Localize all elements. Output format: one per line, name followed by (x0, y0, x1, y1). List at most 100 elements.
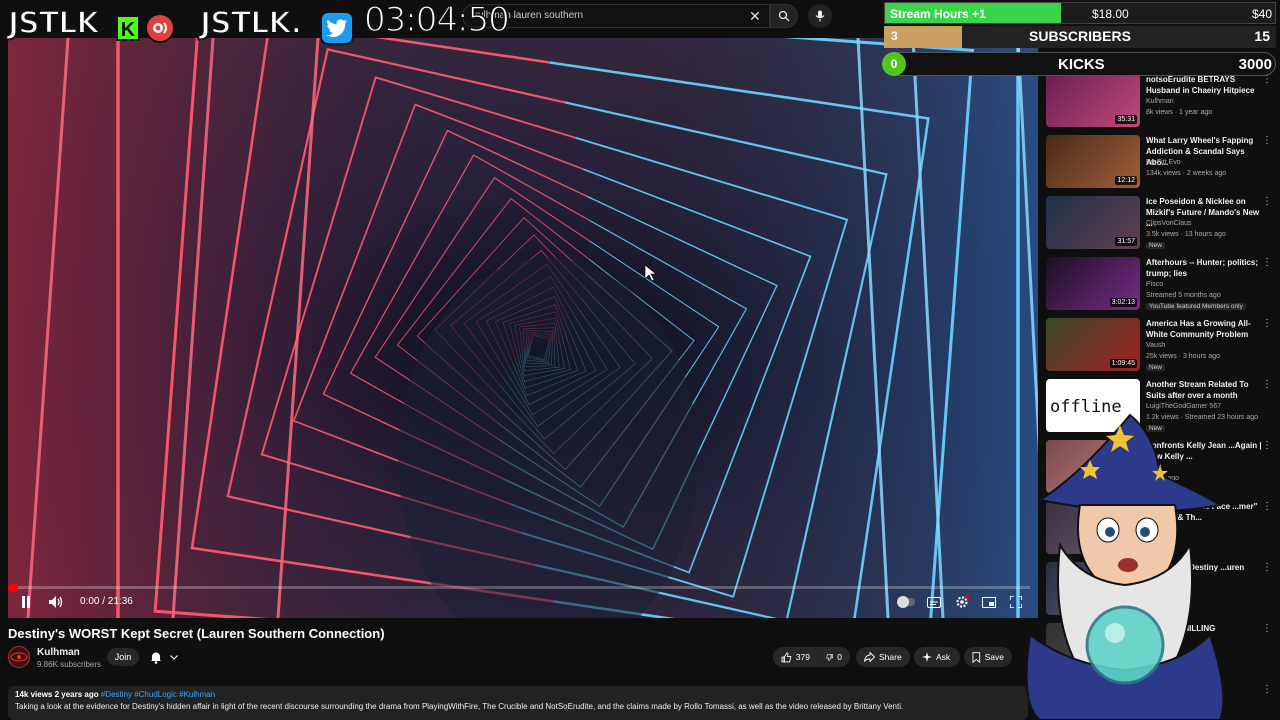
kicks-current: 0 (882, 52, 906, 76)
more-options-icon[interactable]: ⋮ (1262, 684, 1272, 695)
subs-max: 15 (1254, 28, 1270, 44)
like-button[interactable]: 379 (773, 647, 818, 667)
save-label: Save (984, 652, 1004, 662)
kicks-goal: 0 KICKS 3000 (882, 52, 1276, 76)
streamer-logo: JSTLK (7, 5, 101, 42)
recommendation-channel[interactable]: ClipsVonClaus (1146, 220, 1192, 227)
more-options-icon[interactable]: ⋮ (1262, 440, 1272, 451)
description-meta: 14k views 2 years ago #Destiny #ChudLogi… (15, 690, 215, 699)
recommendation-item[interactable]: 31:57 Ice Poseidon & Nicklee on Mizkif's … (1046, 196, 1276, 252)
recommendation-thumbnail[interactable]: 31:57 (1046, 196, 1140, 249)
recommendation-title[interactable]: notsoErudite BETRAYS Husband in Chaeiry … (1146, 74, 1264, 96)
logo-suffix: . (290, 5, 304, 42)
gear-icon (956, 595, 969, 608)
search-icon (778, 10, 790, 22)
video-progress-bar[interactable] (8, 583, 1030, 592)
join-button[interactable]: Join (107, 648, 139, 666)
recommendation-title[interactable]: Another Stream Related To Suits after ov… (1146, 379, 1264, 401)
goal-current: $18.00 (1092, 7, 1129, 21)
recommendation-meta: 3.5k views · 13 hours ago (1146, 231, 1226, 238)
more-options-icon[interactable]: ⋮ (1262, 623, 1272, 634)
ask-button[interactable]: Ask (914, 647, 960, 667)
recommendation-item[interactable]: 35:31 notsoErudite BETRAYS Husband in Cha… (1046, 74, 1276, 130)
thumbs-down-icon (826, 653, 833, 661)
hashtags[interactable]: #Destiny #ChudLogic #Kulhman (101, 690, 215, 699)
recommendation-channel[interactable]: ProFitt Evo (1146, 159, 1181, 166)
recommendation-thumbnail[interactable]: 1:09:45 (1046, 318, 1140, 371)
recommendation-item[interactable]: 3:02:13 Afterhours -- Hunter; politics; t… (1046, 257, 1276, 313)
more-options-icon[interactable]: ⋮ (1262, 501, 1272, 512)
goal-max: $40 (1251, 7, 1272, 21)
logo-text: JSTLK (199, 5, 293, 42)
recommendation-meta: 8k views · 1 year ago (1146, 109, 1213, 116)
record-icon (145, 13, 175, 43)
ask-label: Ask (936, 652, 951, 662)
recommendation-channel[interactable]: Kulhman (1146, 98, 1174, 105)
more-options-icon[interactable]: ⋮ (1262, 379, 1272, 390)
like-count: 379 (795, 652, 810, 662)
duration-badge: 1:09:45 (1109, 359, 1137, 368)
kick-logo-icon: K (116, 15, 140, 41)
wizard-mascot-image (1025, 413, 1225, 720)
recommendation-item[interactable]: 12:12 What Larry Wheel's Fapping Addictio… (1046, 135, 1276, 191)
duration-badge: 35:31 (1115, 115, 1137, 124)
autoplay-toggle[interactable] (896, 595, 916, 609)
streamer-logo-twitter: JSTLK. (199, 5, 304, 42)
volume-icon (49, 596, 63, 608)
recommendation-channel[interactable]: Pisco (1146, 281, 1163, 288)
search-button[interactable] (770, 4, 798, 28)
recommendation-thumbnail[interactable]: 3:02:13 (1046, 257, 1140, 310)
subs-label: SUBSCRIBERS (1029, 28, 1131, 44)
recommendation-title[interactable]: America Has a Growing All-White Communit… (1146, 318, 1264, 340)
more-options-icon[interactable]: ⋮ (1262, 562, 1272, 573)
bookmark-icon (972, 651, 981, 663)
subscribers-goal: 3 SUBSCRIBERS 15 (884, 26, 1276, 48)
more-options-icon[interactable]: ⋮ (1262, 318, 1272, 329)
video-title: Destiny's WORST Kept Secret (Lauren Sout… (8, 626, 385, 641)
recommendation-channel[interactable]: Vaush (1146, 342, 1165, 349)
video-frame-tunnel (8, 38, 1038, 618)
miniplayer-button[interactable] (980, 594, 998, 610)
video-time: 0:00 / 21:36 (80, 596, 133, 607)
kicks-max: 3000 (1238, 56, 1272, 73)
recommendation-badge: New (1146, 364, 1166, 371)
stream-clock: 03:04:50 (363, 0, 510, 41)
toggle-icon (897, 596, 915, 608)
more-options-icon[interactable]: ⋮ (1262, 196, 1272, 207)
voice-search-button[interactable] (808, 4, 832, 28)
captions-icon (927, 596, 941, 608)
dislike-button[interactable]: 0 (818, 647, 850, 667)
notifications-button[interactable] (146, 648, 184, 666)
more-options-icon[interactable]: ⋮ (1262, 257, 1272, 268)
recommendation-item[interactable]: 1:09:45 America Has a Growing All-White C… (1046, 318, 1276, 374)
twitter-icon (320, 11, 354, 45)
share-label: Share (879, 652, 902, 662)
share-button[interactable]: Share (856, 647, 910, 667)
bell-icon (151, 652, 161, 664)
subtitles-button[interactable] (925, 594, 943, 610)
channel-logo-icon (10, 652, 28, 662)
channel-avatar[interactable] (8, 646, 30, 668)
more-options-icon[interactable]: ⋮ (1262, 135, 1272, 146)
chevron-down-icon (170, 655, 178, 660)
pause-icon (22, 596, 30, 608)
duration-badge: 3:02:13 (1109, 298, 1137, 307)
sparkle-icon (922, 652, 932, 662)
channel-name[interactable]: Kulhman (37, 647, 80, 658)
settings-button[interactable] (953, 594, 971, 610)
kicks-label: KICKS (1058, 56, 1105, 73)
views-date: 14k views 2 years ago (15, 690, 99, 699)
recommendation-badge: New (1146, 242, 1166, 249)
save-button[interactable]: Save (964, 647, 1012, 667)
recommendation-meta: 25k views · 3 hours ago (1146, 353, 1220, 360)
recommendation-title[interactable]: Afterhours -- Hunter; politics; trump; l… (1146, 257, 1264, 279)
video-player[interactable] (8, 38, 1038, 618)
miniplayer-icon (982, 596, 996, 608)
volume-button[interactable] (47, 594, 65, 610)
recommendation-badge: YouTube featured Members only (1146, 303, 1246, 310)
clear-search-icon[interactable]: ✕ (749, 8, 761, 25)
pause-button[interactable] (17, 594, 35, 610)
recommendation-thumbnail[interactable]: 12:12 (1046, 135, 1140, 188)
stream-hours-goal: Stream Hours +1 $18.00 $40 (884, 2, 1276, 24)
recommendation-thumbnail[interactable]: 35:31 (1046, 74, 1140, 127)
